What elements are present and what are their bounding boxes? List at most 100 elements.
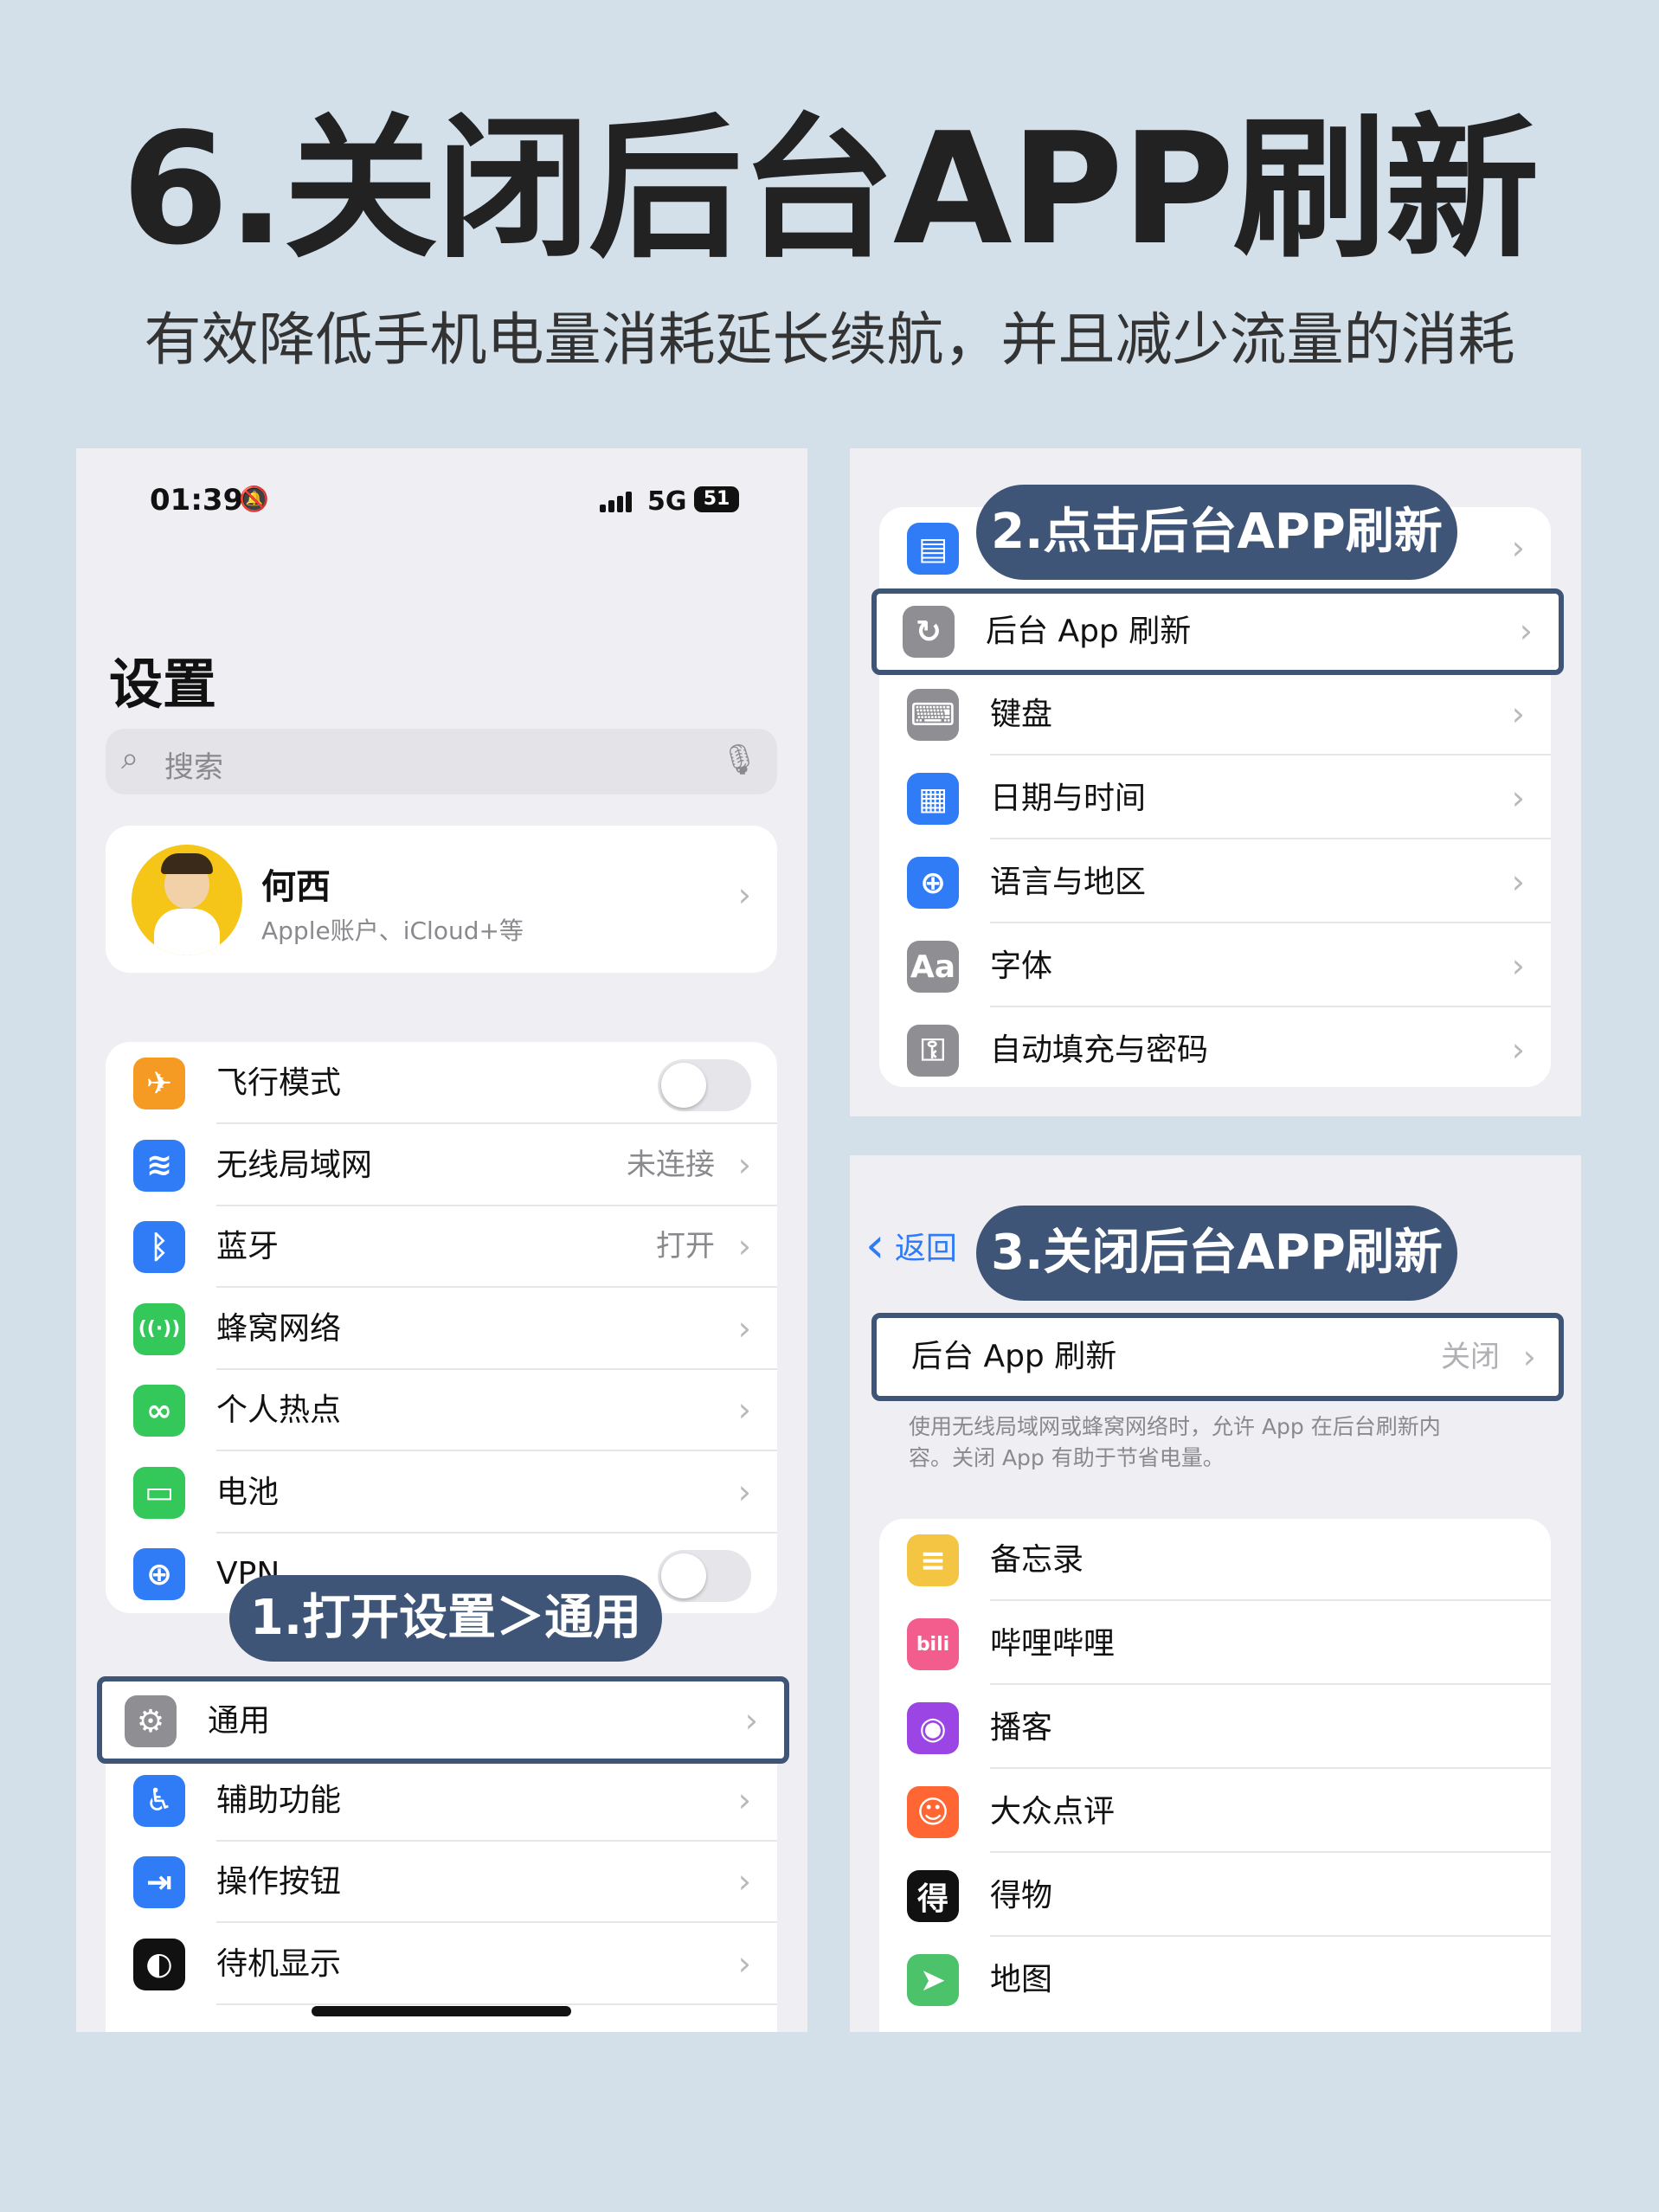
row-label: 蓝牙: [216, 1229, 280, 1264]
font-icon: Aa: [907, 941, 959, 993]
row-label: 后台 App 刷新: [986, 614, 1192, 649]
row-value: 打开: [656, 1229, 715, 1264]
toggle-switch[interactable]: [658, 1059, 751, 1111]
row-divider: [990, 1006, 1551, 1007]
step3-callout: 3.关闭后台APP刷新: [976, 1206, 1457, 1301]
document-icon: ▤: [907, 523, 959, 575]
search-placeholder: 搜索: [164, 750, 223, 785]
chevron-right-icon: ›: [1511, 1031, 1525, 1069]
row-label: 电池: [216, 1474, 280, 1510]
step1-callout: 1.打开设置＞通用: [229, 1575, 662, 1662]
settings-row[interactable]: ᛒ 蓝牙 打开 ›: [106, 1206, 777, 1288]
chevron-right-icon: ›: [737, 1391, 751, 1429]
row-divider: [990, 1851, 1551, 1853]
profile-card[interactable]: 何西 Apple账户、iCloud+等 ›: [106, 826, 777, 973]
settings-row[interactable]: Aa 字体 ›: [879, 925, 1551, 1007]
row-value: 未连接: [627, 1147, 715, 1182]
settings-row[interactable]: ⊕ 语言与地区 ›: [879, 841, 1551, 923]
settings-row[interactable]: ≋ 无线局域网 未连接 ›: [106, 1124, 777, 1206]
key-icon: ⚿: [907, 1025, 959, 1077]
step2-callout: 2.点击后台APP刷新: [976, 485, 1457, 580]
toggle-knob: [661, 1553, 706, 1598]
row-label: 键盘: [990, 697, 1053, 732]
toggle-knob: [661, 1063, 706, 1108]
row-label: 通用: [208, 1703, 271, 1739]
chevron-right-icon: ›: [1511, 779, 1525, 817]
app-row[interactable]: ☺ 大众点评: [879, 1771, 1551, 1853]
chevron-right-icon: ›: [1511, 947, 1525, 985]
globe-icon: ⊕: [907, 857, 959, 909]
chevron-right-icon: ›: [737, 1145, 751, 1184]
bilibili-icon: bili: [907, 1618, 959, 1670]
chevron-right-icon: ›: [737, 876, 751, 914]
gear-icon: ⚙: [125, 1695, 177, 1747]
home-indicator: [312, 2006, 571, 2016]
background-refresh-row[interactable]: ↻ 后台 App 刷新 ›: [877, 590, 1559, 672]
chevron-right-icon: ›: [1511, 529, 1525, 567]
back-label: 返回: [894, 1231, 957, 1267]
page-title: 6.关闭后台APP刷新: [121, 100, 1539, 279]
row-label: 待机显示: [216, 1945, 342, 1982]
profile-name: 何西: [261, 867, 331, 907]
cellular-icon: ((·)): [133, 1302, 185, 1355]
settings-heading: 设置: [109, 653, 217, 716]
settings-row[interactable]: ⇥ 操作按钮 ›: [106, 1841, 777, 1923]
action-button-icon: ⇥: [133, 1856, 185, 1908]
calendar-icon: ▦: [907, 773, 959, 825]
dewu-icon: 得: [907, 1870, 959, 1922]
settings-row[interactable]: ♿ 辅助功能 ›: [106, 1759, 777, 1842]
settings-row[interactable]: ▦ 日期与时间 ›: [879, 757, 1551, 839]
wifi-icon: ≋: [133, 1139, 185, 1192]
background-refresh-setting[interactable]: 后台 App 刷新 关闭 ›: [871, 1313, 1564, 1401]
bell-muted-icon: 🔕: [239, 485, 269, 513]
settings-row[interactable]: ◐ 待机显示 ›: [106, 1923, 777, 2005]
app-row[interactable]: bili 哔哩哔哩: [879, 1603, 1551, 1685]
page-subtitle: 有效降低手机电量消耗延长续航，并且减少流量的消耗: [144, 306, 1515, 373]
vpn-icon: ⊕: [133, 1548, 185, 1600]
settings-row[interactable]: ⌨ 键盘 ›: [879, 673, 1551, 756]
row-label: 辅助功能: [216, 1782, 342, 1818]
row-divider: [990, 1683, 1551, 1685]
general-row-highlight[interactable]: ⚙ 通用 ›: [97, 1676, 789, 1764]
airplane-icon: ✈: [133, 1058, 185, 1109]
signal-icon: [600, 490, 638, 512]
battery-indicator: 51: [694, 486, 739, 512]
row-divider: [216, 2003, 777, 2005]
chevron-left-icon: ‹: [865, 1218, 885, 1274]
chevron-right-icon: ›: [737, 1944, 751, 1983]
chevron-right-icon: ›: [1511, 695, 1525, 733]
row-label: 自动填充与密码: [990, 1032, 1209, 1068]
row-label: 个人热点: [216, 1392, 342, 1428]
setting-note: 使用无线局域网或蜂窝网络时，允许 App 在后台刷新内容。关闭 App 有助于节…: [909, 1414, 1441, 1470]
status-time: 01:39: [150, 483, 244, 518]
row-label: 地图: [990, 1962, 1053, 1997]
chevron-right-icon: ›: [737, 1227, 751, 1265]
accessibility-icon: ♿: [133, 1774, 185, 1827]
microphone-icon[interactable]: 🎙: [721, 743, 758, 777]
row-label: 飞行模式: [216, 1065, 342, 1101]
refresh-icon: ↻: [903, 606, 955, 658]
toggle-switch[interactable]: [658, 1550, 751, 1602]
apps-list-card: ≡ 备忘录 bili 哔哩哔哩 ◉ 播客 ☺ 大众点评得得物 ➤ 地图: [879, 1519, 1551, 2032]
chevron-right-icon: ›: [1522, 1338, 1536, 1376]
bluetooth-icon: ᛒ: [133, 1221, 185, 1273]
background-refresh-row-highlight[interactable]: ↻ 后台 App 刷新 ›: [871, 588, 1564, 675]
search-bar[interactable]: ⌕ 搜索 🎙: [106, 729, 777, 794]
settings-row[interactable]: ⚿ 自动填充与密码 ›: [879, 1009, 1551, 1087]
settings-row[interactable]: ▭ 电池 ›: [106, 1451, 777, 1534]
row-label: 备忘录: [990, 1542, 1084, 1578]
chevron-right-icon: ›: [737, 1309, 751, 1347]
settings-row[interactable]: ∞ 个人热点 ›: [106, 1369, 777, 1451]
settings-row[interactable]: ((·)) 蜂窝网络 ›: [106, 1288, 777, 1370]
app-row[interactable]: ➤ 地图: [879, 1939, 1551, 2021]
back-button[interactable]: ‹ 返回: [865, 1218, 957, 1274]
app-row[interactable]: ◉ 播客: [879, 1687, 1551, 1769]
row-label: 语言与地区: [990, 865, 1147, 900]
app-row[interactable]: 得得物: [879, 1855, 1551, 1937]
avatar: [132, 845, 242, 955]
app-row[interactable]: ≡ 备忘录: [879, 1519, 1551, 1601]
general-row[interactable]: ⚙ 通用 ›: [102, 1680, 784, 1762]
settings-row[interactable]: ✈ 飞行模式: [106, 1042, 777, 1124]
row-divider: [990, 1599, 1551, 1601]
profile-subtitle: Apple账户、iCloud+等: [261, 916, 524, 945]
